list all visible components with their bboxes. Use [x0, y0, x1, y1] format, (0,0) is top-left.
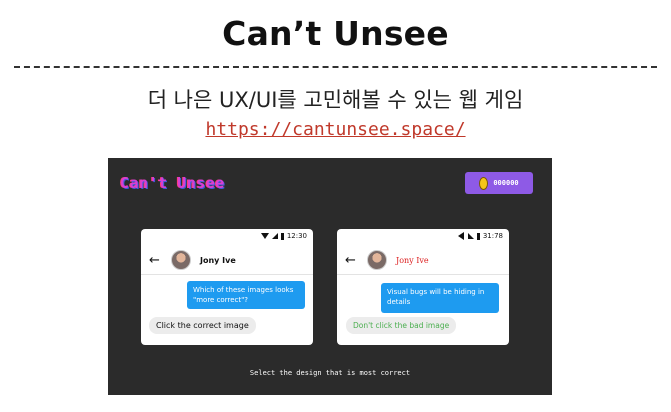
option-card-right[interactable]: 31:78 ← Jony Ive Visual bugs will be hid…: [337, 229, 509, 345]
signal-icon: [467, 233, 474, 239]
arrow-left-icon: ←: [345, 252, 356, 268]
instruction-caption: Select the design that is most correct: [249, 369, 411, 377]
status-bar: 12:30: [260, 232, 307, 240]
site-link[interactable]: https://cantunsee.space/: [0, 119, 671, 140]
battery-icon: [280, 232, 284, 240]
wifi-icon: [260, 233, 269, 239]
status-time: 31:78: [482, 232, 503, 240]
chat-header: ← Jony Ive: [337, 246, 509, 275]
status-time: 12:30: [286, 232, 307, 240]
page-subtitle: 더 나은 UX/UI를 고민해볼 수 있는 웹 게임: [147, 88, 524, 112]
chat-header: ← Jony Ive: [141, 246, 313, 275]
wifi-icon: [457, 232, 464, 240]
dashed-divider: [14, 66, 657, 68]
page-title: Can’t Unsee: [222, 14, 449, 53]
received-message: Click the correct image: [149, 317, 256, 334]
coin-count: 000000: [493, 179, 519, 187]
status-bar: 31:78: [457, 232, 503, 240]
sent-message: Visual bugs will be hiding in details: [381, 283, 499, 313]
arrow-left-icon: ←: [149, 252, 160, 268]
coin-counter: 000000: [465, 172, 533, 194]
contact-name: Jony Ive: [200, 255, 236, 265]
sent-message: Which of these images looks "more correc…: [187, 281, 305, 309]
signal-icon: [271, 233, 278, 239]
received-message: Don't click the bad image: [346, 317, 457, 334]
avatar: [367, 250, 387, 270]
coin-icon: [479, 176, 489, 190]
avatar: [171, 250, 191, 270]
game-screenshot: Can't Unsee 000000 12:30 ← Jony Ive Whic…: [108, 158, 552, 395]
contact-name: Jony Ive: [396, 255, 429, 265]
battery-icon: [476, 232, 480, 240]
option-card-left[interactable]: 12:30 ← Jony Ive Which of these images l…: [141, 229, 313, 345]
game-logo: Can't Unsee: [120, 174, 225, 192]
